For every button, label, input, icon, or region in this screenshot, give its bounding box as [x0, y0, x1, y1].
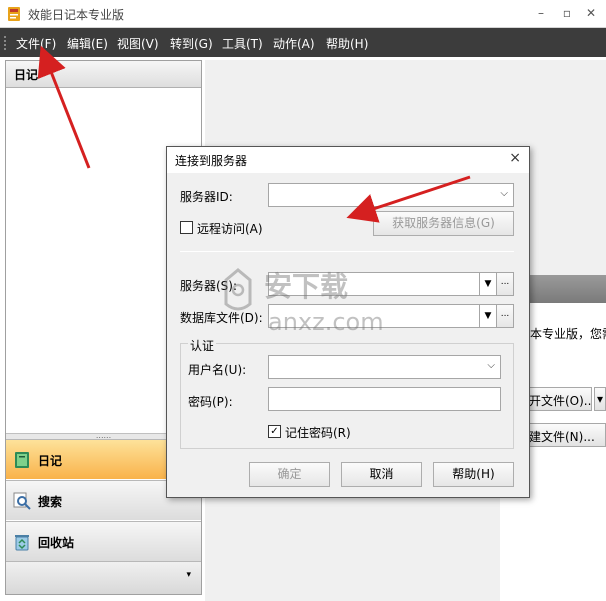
- watermark-en: anxz.com: [268, 308, 384, 336]
- menu-actions[interactable]: 动作(A): [273, 35, 315, 52]
- get-server-info-button[interactable]: 获取服务器信息(G): [373, 211, 514, 236]
- title-bar: 效能日记本专业版 – ▫ ✕: [0, 0, 606, 28]
- pane-header: 日记: [6, 61, 201, 88]
- remote-access-label: 远程访问(A): [197, 222, 263, 236]
- username-label: 用户名(U):: [188, 363, 247, 377]
- watermark: 安下载 anxz.com: [218, 262, 418, 342]
- chevron-down-icon: ⌵: [500, 188, 508, 199]
- browse-server-button[interactable]: ...: [496, 273, 513, 295]
- separator: [180, 251, 514, 252]
- menu-help[interactable]: 帮助(H): [326, 35, 368, 52]
- chevron-down-icon: ⌵: [487, 360, 495, 371]
- remote-access-checkbox[interactable]: [180, 221, 193, 234]
- watermark-logo: 安下载 anxz.com: [224, 268, 384, 336]
- remember-password-label: 记住密码(R): [285, 426, 351, 440]
- password-label: 密码(P):: [188, 395, 233, 409]
- nav-label-recycle-bin: 回收站: [38, 536, 75, 550]
- server-id-label: 服务器ID:: [180, 190, 233, 204]
- server-id-combo[interactable]: ⌵: [268, 183, 514, 207]
- close-window-button[interactable]: ✕: [582, 4, 600, 22]
- app-logo-icon: [8, 7, 20, 21]
- dropdown-arrow-icon[interactable]: ▼: [479, 273, 496, 295]
- menu-goto[interactable]: 转到(G): [170, 35, 213, 52]
- nav-label-diary: 日记: [38, 454, 63, 468]
- menu-edit[interactable]: 编辑(E): [67, 35, 108, 52]
- dialog-title: 连接到服务器: [175, 154, 248, 168]
- window-title: 效能日记本专业版: [28, 8, 125, 22]
- dialog-close-icon[interactable]: ×: [509, 150, 521, 166]
- search-icon: [13, 492, 31, 510]
- maximize-button[interactable]: ▫: [558, 4, 576, 22]
- nav-item-recycle-bin[interactable]: 回收站: [6, 521, 201, 561]
- dialog-title-bar: 连接到服务器 ×: [167, 147, 529, 173]
- remember-password-checkbox[interactable]: ✓: [268, 425, 281, 438]
- menu-grip: [4, 36, 6, 50]
- menu-view[interactable]: 视图(V): [117, 35, 159, 52]
- menu-tools[interactable]: 工具(T): [222, 35, 263, 52]
- recycle-bin-icon: [15, 535, 29, 551]
- watermark-cn: 安下载: [264, 270, 348, 303]
- menu-bar: 文件(F) 编辑(E) 视图(V) 转到(G) 工具(T) 动作(A) 帮助(H…: [0, 28, 606, 57]
- open-file-dropdown[interactable]: ▾: [594, 387, 606, 411]
- minimize-button[interactable]: –: [532, 4, 550, 22]
- welcome-text: 本专业版，您需: [530, 327, 606, 341]
- help-button[interactable]: 帮助(H): [433, 462, 514, 487]
- browse-database-button[interactable]: ...: [496, 305, 513, 327]
- diary-icon: [15, 452, 29, 468]
- dropdown-arrow-icon[interactable]: ▼: [479, 305, 496, 327]
- ok-button[interactable]: 确定: [249, 462, 330, 487]
- pane-header-label: 日记: [14, 68, 39, 82]
- password-input[interactable]: [268, 387, 501, 411]
- pane-footer[interactable]: ▾: [6, 561, 201, 594]
- nav-label-search: 搜索: [38, 495, 63, 509]
- username-combo[interactable]: ⌵: [268, 355, 501, 379]
- auth-group-label: 认证: [188, 337, 217, 354]
- menu-file[interactable]: 文件(F): [16, 35, 56, 52]
- cancel-button[interactable]: 取消: [341, 462, 422, 487]
- chevron-down-icon[interactable]: ▾: [186, 570, 191, 580]
